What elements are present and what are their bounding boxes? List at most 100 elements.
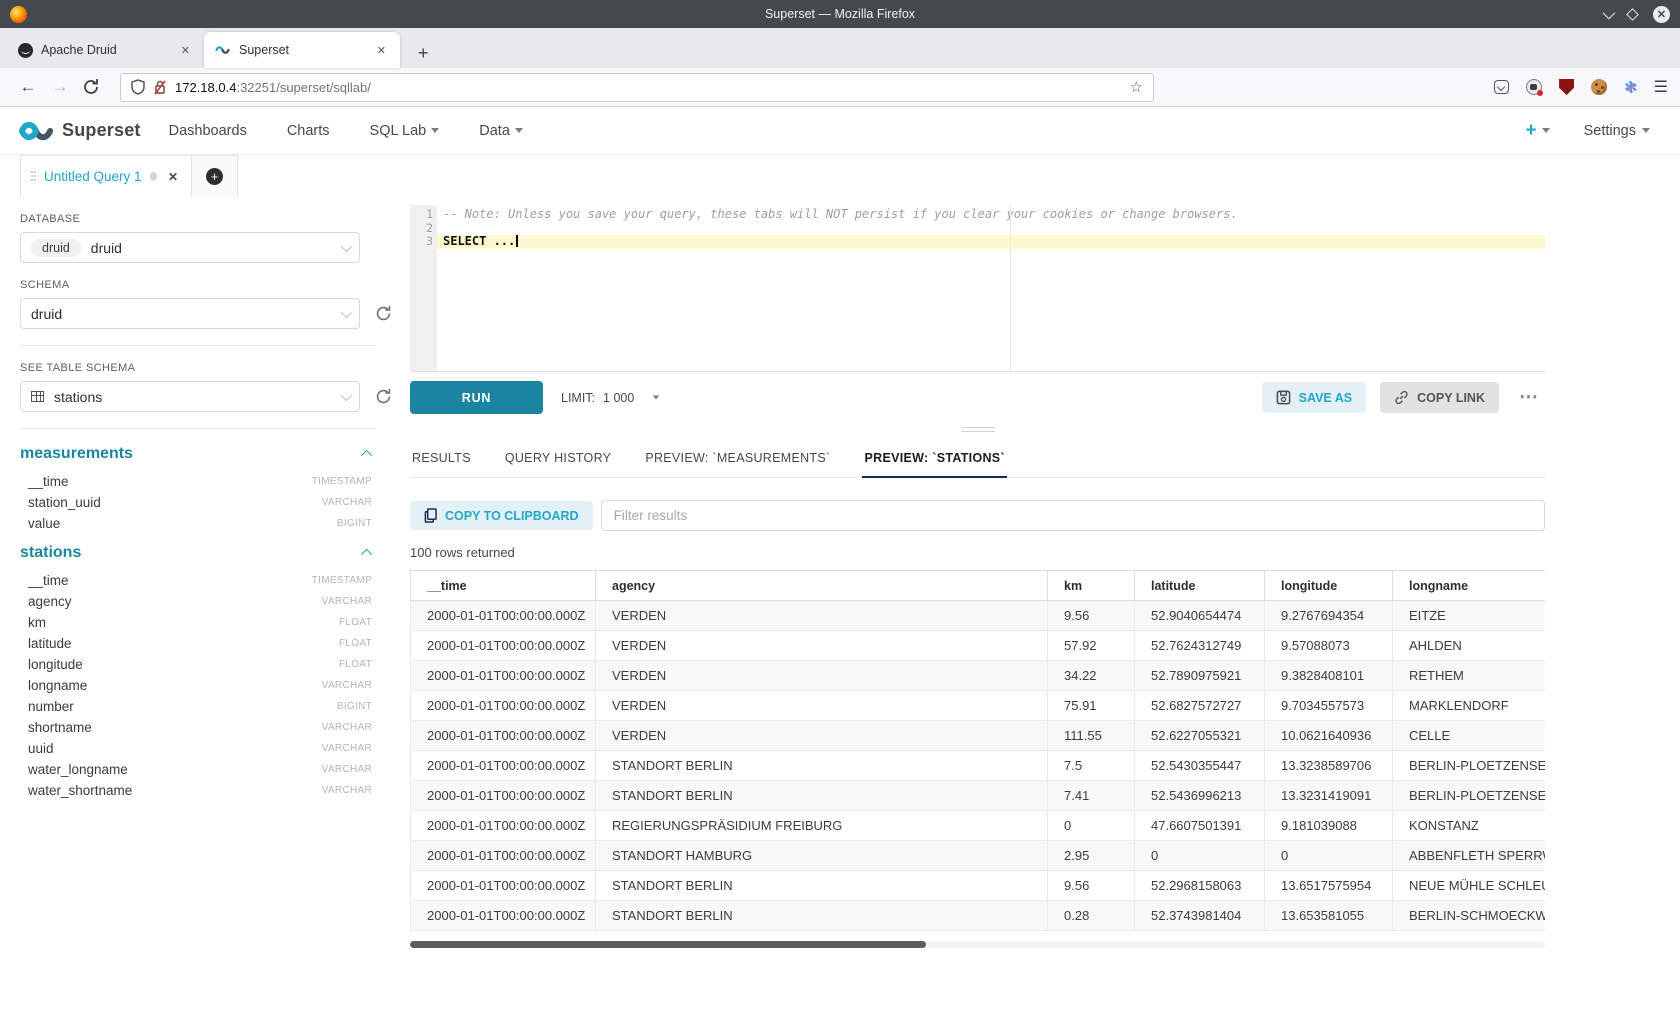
schema-table-header[interactable]: measurements [20,445,372,463]
window-close-icon[interactable]: ✕ [1653,6,1670,23]
refresh-icon[interactable] [374,304,393,323]
sql-active-line[interactable]: SELECT ... [437,235,1545,249]
results-tab-preview-stations[interactable]: PREVIEW: `STATIONS` [862,443,1006,478]
table-cell: 57.92 [1048,631,1135,661]
pane-resize-handle[interactable] [410,423,1545,435]
schema-table-name: measurements [20,445,133,463]
chevron-up-icon[interactable] [361,549,372,560]
insecure-lock-icon[interactable] [153,79,167,95]
back-button[interactable]: ← [12,77,44,97]
cookie-extension-icon[interactable] [1591,79,1607,95]
copy-to-clipboard-button[interactable]: COPY TO CLIPBOARD [410,501,593,530]
results-tab-preview-measurements[interactable]: PREVIEW: `MEASUREMENTS` [643,443,832,477]
column-name: longitude [28,657,339,672]
column-header[interactable]: latitude [1135,571,1265,601]
column-name: station_uuid [28,495,322,510]
shield-icon[interactable] [131,79,145,95]
forward-button[interactable]: → [44,77,76,97]
chevron-down-icon [1542,128,1550,133]
add-query-tab-button[interactable]: + [192,155,238,197]
window-title: Superset — Mozilla Firefox [0,7,1680,21]
sql-editor[interactable]: 1 2 3 -- Note: Unless you save your quer… [410,205,1545,371]
see-table-schema-label: SEE TABLE SCHEMA [20,362,400,374]
url-bar[interactable]: 172.18.0.4:32251/superset/sqllab/ ☆ [120,73,1154,102]
query-tab-untitled-1[interactable]: Untitled Query 1 ✕ [20,155,192,197]
schema-section-measurements: measurements__timeTIMESTAMPstation_uuidV… [20,445,400,534]
pocket-icon[interactable] [1494,80,1509,94]
nav-item-dashboards[interactable]: Dashboards [169,123,247,139]
reload-icon[interactable] [76,79,106,95]
settings-menu[interactable]: Settings [1584,123,1650,139]
scrollbar-thumb[interactable] [410,941,926,948]
column-header[interactable]: longitude [1265,571,1393,601]
column-name: longname [28,678,322,693]
new-item-button[interactable]: + [1525,120,1549,142]
database-select[interactable]: druid druid [20,232,360,263]
containers-extension-icon[interactable] [1526,79,1542,95]
schema-value: druid [31,306,331,322]
nav-item-sql-lab[interactable]: SQL Lab [370,123,440,139]
menu-hamburger-icon[interactable]: ☰ [1654,77,1668,97]
nav-item-data[interactable]: Data [479,123,523,139]
url-path: :32251/superset/sqllab/ [236,80,370,95]
column-name: __time [28,573,312,588]
column-header[interactable]: longname [1393,571,1546,601]
window-minimize-icon[interactable] [1603,6,1616,19]
table-cell: STANDORT BERLIN [596,751,1048,781]
close-icon[interactable]: ✕ [373,42,390,59]
table-cell: 52.9040654474 [1135,601,1265,631]
save-as-button[interactable]: SAVE AS [1262,382,1367,413]
unsaved-indicator-dot [150,172,157,181]
results-tab-query-history[interactable]: QUERY HISTORY [503,443,613,477]
refresh-icon[interactable] [374,387,393,406]
chevron-up-icon[interactable] [361,450,372,461]
limit-dropdown[interactable]: LIMIT:1 000 [561,391,660,405]
column-type: VARCHAR [322,722,372,733]
more-options-button[interactable]: ⋯ [1513,386,1545,409]
horizontal-scrollbar[interactable] [410,941,1545,948]
browser-tab-superset[interactable]: Superset ✕ [204,32,400,68]
column-header[interactable]: km [1048,571,1135,601]
schema-table-header[interactable]: stations [20,544,372,562]
schema-select[interactable]: druid [20,298,360,329]
table-cell: ABBENFLETH SPERRWERK [1393,841,1546,871]
column-type: FLOAT [339,617,372,628]
table-cell: 52.7624312749 [1135,631,1265,661]
browser-tab-apache-druid[interactable]: Apache Druid ✕ [8,32,204,68]
table-cell: 13.3238589706 [1265,751,1393,781]
run-button[interactable]: RUN [410,381,543,414]
close-icon[interactable]: ✕ [177,42,194,59]
column-type: TIMESTAMP [312,575,372,586]
table-cell: 2000-01-01T00:00:00.000Z [411,811,596,841]
table-cell: 2000-01-01T00:00:00.000Z [411,841,596,871]
drag-handle-icon[interactable] [31,171,36,183]
table-cell: 0 [1265,841,1393,871]
filter-results-input[interactable] [601,500,1545,531]
results-table: __timeagencykmlatitudelongitudelongname … [410,570,1545,931]
column-header[interactable]: __time [411,571,596,601]
column-header[interactable]: agency [596,571,1048,601]
table-cell: 9.57088073 [1265,631,1393,661]
schema-column-row: __timeTIMESTAMP [20,570,372,591]
nav-item-charts[interactable]: Charts [287,123,330,139]
table-cell: RETHEM [1393,661,1546,691]
table-cell: AHLDEN [1393,631,1546,661]
table-row: 2000-01-01T00:00:00.000ZVERDEN9.5652.904… [411,601,1546,631]
table-cell: 9.7034557573 [1265,691,1393,721]
results-tab-results[interactable]: RESULTS [410,443,473,477]
copy-link-button[interactable]: COPY LINK [1380,382,1499,413]
snowflake-extension-icon[interactable]: ✻ [1624,80,1637,95]
ublock-shield-icon[interactable] [1559,79,1574,95]
window-maximize-icon[interactable] [1626,8,1639,21]
browser-tabbar: Apache Druid ✕ Superset ✕ + [0,28,1680,68]
close-icon[interactable]: ✕ [165,168,181,186]
new-tab-button[interactable]: + [410,43,437,68]
bookmark-star-icon[interactable]: ☆ [1130,78,1143,96]
table-schema-select[interactable]: stations [20,381,360,412]
url-text[interactable]: 172.18.0.4:32251/superset/sqllab/ [175,80,1122,95]
table-cell: BERLIN-PLOETZENSEE OP [1393,781,1546,811]
schema-column-row: water_longnameVARCHAR [20,759,372,780]
brand-name: Superset [62,120,141,141]
superset-logo[interactable]: Superset [16,120,141,142]
table-schema-value: stations [54,389,331,405]
